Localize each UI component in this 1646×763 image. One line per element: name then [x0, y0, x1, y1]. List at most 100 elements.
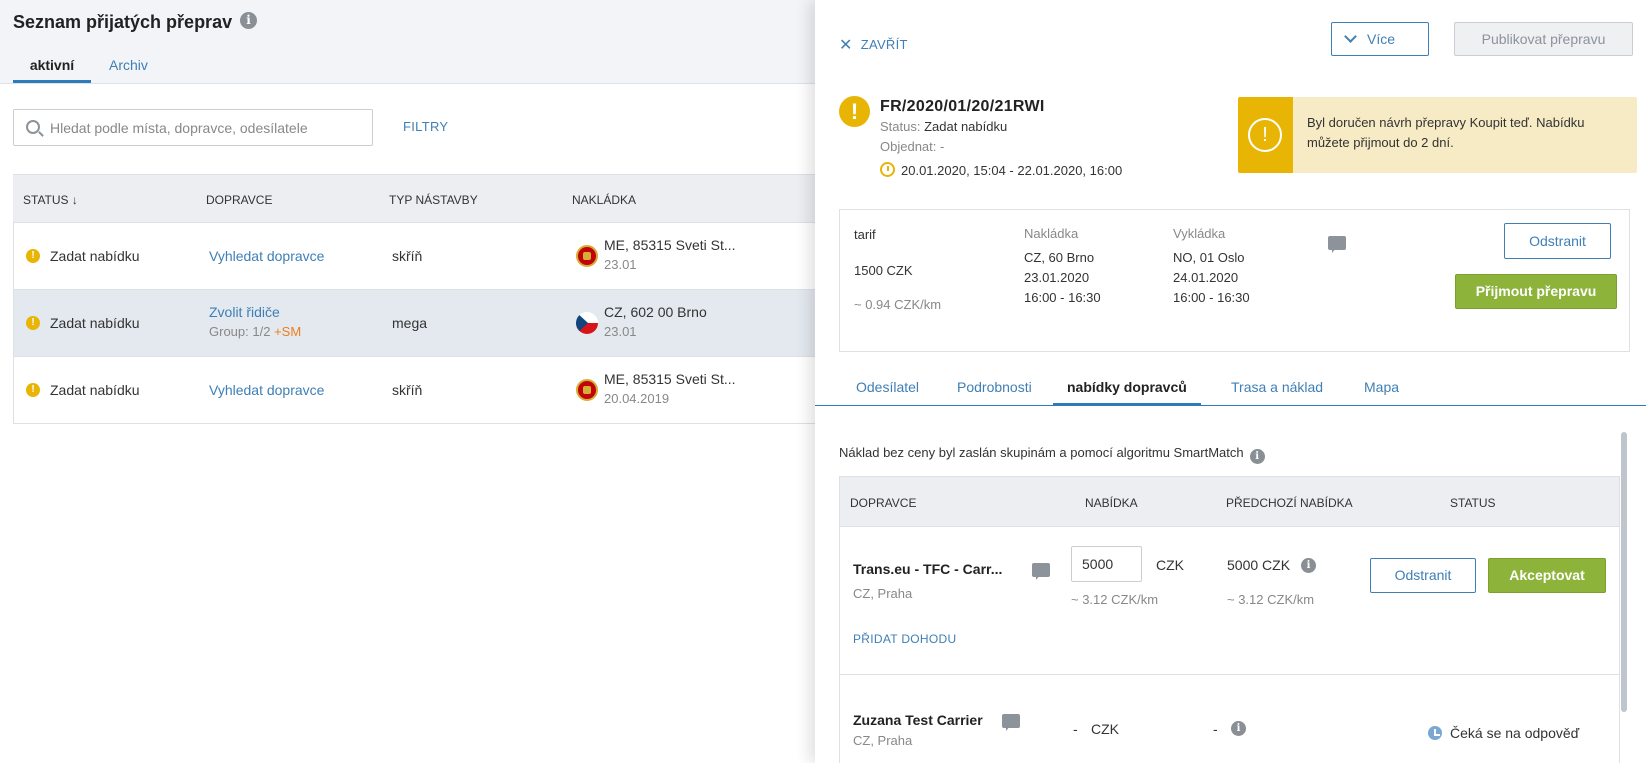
warning-icon: ! — [839, 96, 870, 127]
smartmatch-note: Náklad bez ceny byl zaslán skupinám a po… — [839, 445, 1265, 464]
column-status[interactable]: STATUS ↓ — [23, 193, 78, 207]
row-carrier-link[interactable]: Zvolit řidiče — [209, 304, 280, 320]
search-box[interactable] — [13, 109, 373, 146]
offer-per-km: ~ 3.12 CZK/km — [1071, 592, 1159, 607]
transport-reference: FR/2020/01/20/21RWI — [880, 98, 1045, 115]
chat-icon[interactable] — [1032, 563, 1050, 580]
order-label: Objednat: — [880, 139, 937, 154]
tab-sender[interactable]: Odesílatel — [856, 379, 919, 395]
loading-date: 23.01.2020 — [1024, 270, 1090, 285]
notice-banner: ! Byl doručen návrh přepravy Koupit teď.… — [1238, 97, 1637, 173]
status-line: Status: Zadat nabídku — [880, 119, 1007, 134]
chevron-down-icon — [1344, 30, 1357, 43]
info-icon[interactable]: i — [1231, 721, 1246, 736]
flag-cz-icon — [576, 312, 598, 334]
offer-status-text: Čeká se na odpověď — [1450, 725, 1580, 741]
transport-summary: tarif 1500 CZK ~ 0.94 CZK/km Nakládka CZ… — [839, 209, 1630, 352]
clock-icon — [1428, 726, 1442, 740]
offer-row: Zuzana Test Carrier CZ, Praha - CZK - i … — [840, 675, 1619, 763]
info-icon[interactable]: i — [1301, 558, 1316, 573]
notice-text: Byl doručen návrh přepravy Koupit teď. N… — [1307, 115, 1585, 150]
more-label: Více — [1367, 31, 1396, 47]
loading-time: 16:00 - 16:30 — [1024, 290, 1101, 305]
column-loading: NAKLÁDKA — [572, 193, 637, 207]
row-body-type: skříň — [392, 382, 423, 398]
offer-row: Trans.eu - TFC - Carr... CZ, Praha PŘIDA… — [840, 527, 1619, 675]
tab-details[interactable]: Podrobnosti — [957, 379, 1032, 395]
filters-button[interactable]: FILTRY — [403, 119, 448, 134]
order-line: Objednat: - — [880, 139, 944, 154]
more-button[interactable]: Více — [1331, 22, 1429, 56]
accept-offer-button[interactable]: Akceptovat — [1488, 558, 1606, 593]
column-previous-offer: PŘEDCHOZÍ NABÍDKA — [1226, 496, 1353, 510]
tariff-label: tarif — [854, 227, 876, 242]
close-label: ZAVŘÍT — [860, 37, 908, 52]
row-loading-date: 20.04.2019 — [604, 391, 670, 406]
row-carrier-link[interactable]: Vyhledat dopravce — [209, 248, 324, 264]
column-status: STATUS — [1450, 496, 1496, 510]
table-header: STATUS ↓ DOPRAVCE TYP NÁSTAVBY NAKLÁDKA — [13, 174, 815, 223]
tariff-per-km: ~ 0.94 CZK/km — [854, 297, 942, 312]
offer-status: Čeká se na odpověď — [1428, 723, 1579, 743]
previous-offer: - — [1213, 721, 1218, 737]
loading-place: CZ, 60 Brno — [1024, 250, 1095, 265]
tab-archive[interactable]: Archiv — [109, 57, 148, 80]
scrollbar[interactable] — [1621, 432, 1627, 712]
row-loading: ME, 85315 Sveti St... — [604, 237, 736, 253]
previous-offer-per-km: ~ 3.12 CZK/km — [1227, 592, 1315, 607]
info-icon[interactable]: i — [240, 12, 257, 29]
unloading-label: Vykládka — [1173, 226, 1226, 241]
warning-icon: ! — [26, 249, 40, 263]
accept-transport-button[interactable]: Přijmout přepravu — [1455, 274, 1617, 309]
close-button[interactable]: ✕ ZAVŘÍT — [839, 35, 908, 55]
row-body-type: skříň — [392, 248, 423, 264]
table-row[interactable]: ! Zadat nabídku Zvolit řidiče Group: 1/2… — [13, 290, 815, 357]
page-title: Seznam přijatých přeprav — [13, 12, 233, 32]
offer-value: - — [1073, 721, 1078, 737]
remove-offer-button[interactable]: Odstranit — [1370, 558, 1476, 593]
warning-icon: ! — [26, 316, 40, 330]
previous-offer: 5000 CZK — [1227, 557, 1291, 573]
row-group-text: Group: 1/2 — [209, 324, 271, 339]
remove-button[interactable]: Odstranit — [1504, 223, 1611, 259]
notice-side: ! — [1238, 97, 1293, 173]
loading-label: Nakládka — [1024, 226, 1079, 241]
offers-header: DOPRAVCE NABÍDKA PŘEDCHOZÍ NABÍDKA STATU… — [840, 477, 1619, 527]
chat-icon[interactable] — [1002, 714, 1020, 731]
list-header: Seznam přijatých přeprav i aktivní Archi… — [0, 0, 815, 84]
tab-carrier-offers[interactable]: nabídky dopravců — [1053, 369, 1201, 406]
row-loading: CZ, 602 00 Brno — [604, 304, 707, 320]
offer-price-input[interactable]: 5000 — [1071, 546, 1142, 582]
unloading-time: 16:00 - 16:30 — [1173, 290, 1250, 305]
tab-route-cargo[interactable]: Trasa a náklad — [1231, 379, 1323, 395]
row-body-type: mega — [392, 315, 428, 331]
tab-map[interactable]: Mapa — [1364, 379, 1399, 395]
offer-period: 20.01.2020, 15:04 - 22.01.2020, 16:00 — [901, 163, 1123, 178]
carrier-location: CZ, Praha — [853, 586, 913, 601]
row-status: Zadat nabídku — [50, 382, 140, 398]
smartmatch-note-text: Náklad bez ceny byl zaslán skupinám a po… — [839, 445, 1244, 460]
add-deal-link[interactable]: PŘIDAT DOHODU — [853, 632, 956, 646]
row-carrier-link[interactable]: Vyhledat dopravce — [209, 382, 324, 398]
search-input[interactable] — [50, 117, 360, 139]
status-value: Zadat nabídku — [924, 119, 1008, 134]
publish-button[interactable]: Publikovat přepravu — [1454, 22, 1633, 56]
offer-currency: CZK — [1156, 557, 1184, 573]
chat-icon[interactable] — [1328, 236, 1346, 253]
offers-table: DOPRAVCE NABÍDKA PŘEDCHOZÍ NABÍDKA STATU… — [839, 476, 1620, 763]
table-row[interactable]: ! Zadat nabídku Vyhledat dopravce skříň … — [13, 223, 815, 290]
smartmatch-tag: +SM — [274, 324, 302, 339]
unloading-place: NO, 01 Oslo — [1173, 250, 1245, 265]
flag-me-icon — [576, 379, 598, 401]
carrier-name[interactable]: Trans.eu - TFC - Carr... — [853, 561, 1002, 577]
row-loading: ME, 85315 Sveti St... — [604, 371, 736, 387]
carrier-name[interactable]: Zuzana Test Carrier — [853, 712, 983, 728]
timer-icon — [880, 162, 895, 177]
search-icon — [26, 120, 40, 134]
warning-icon: ! — [26, 383, 40, 397]
table-row[interactable]: ! Zadat nabídku Vyhledat dopravce skříň … — [13, 357, 815, 424]
tab-active[interactable]: aktivní — [13, 57, 91, 83]
info-icon[interactable]: i — [1249, 449, 1265, 464]
order-value: - — [940, 139, 945, 154]
close-icon: ✕ — [839, 37, 853, 54]
